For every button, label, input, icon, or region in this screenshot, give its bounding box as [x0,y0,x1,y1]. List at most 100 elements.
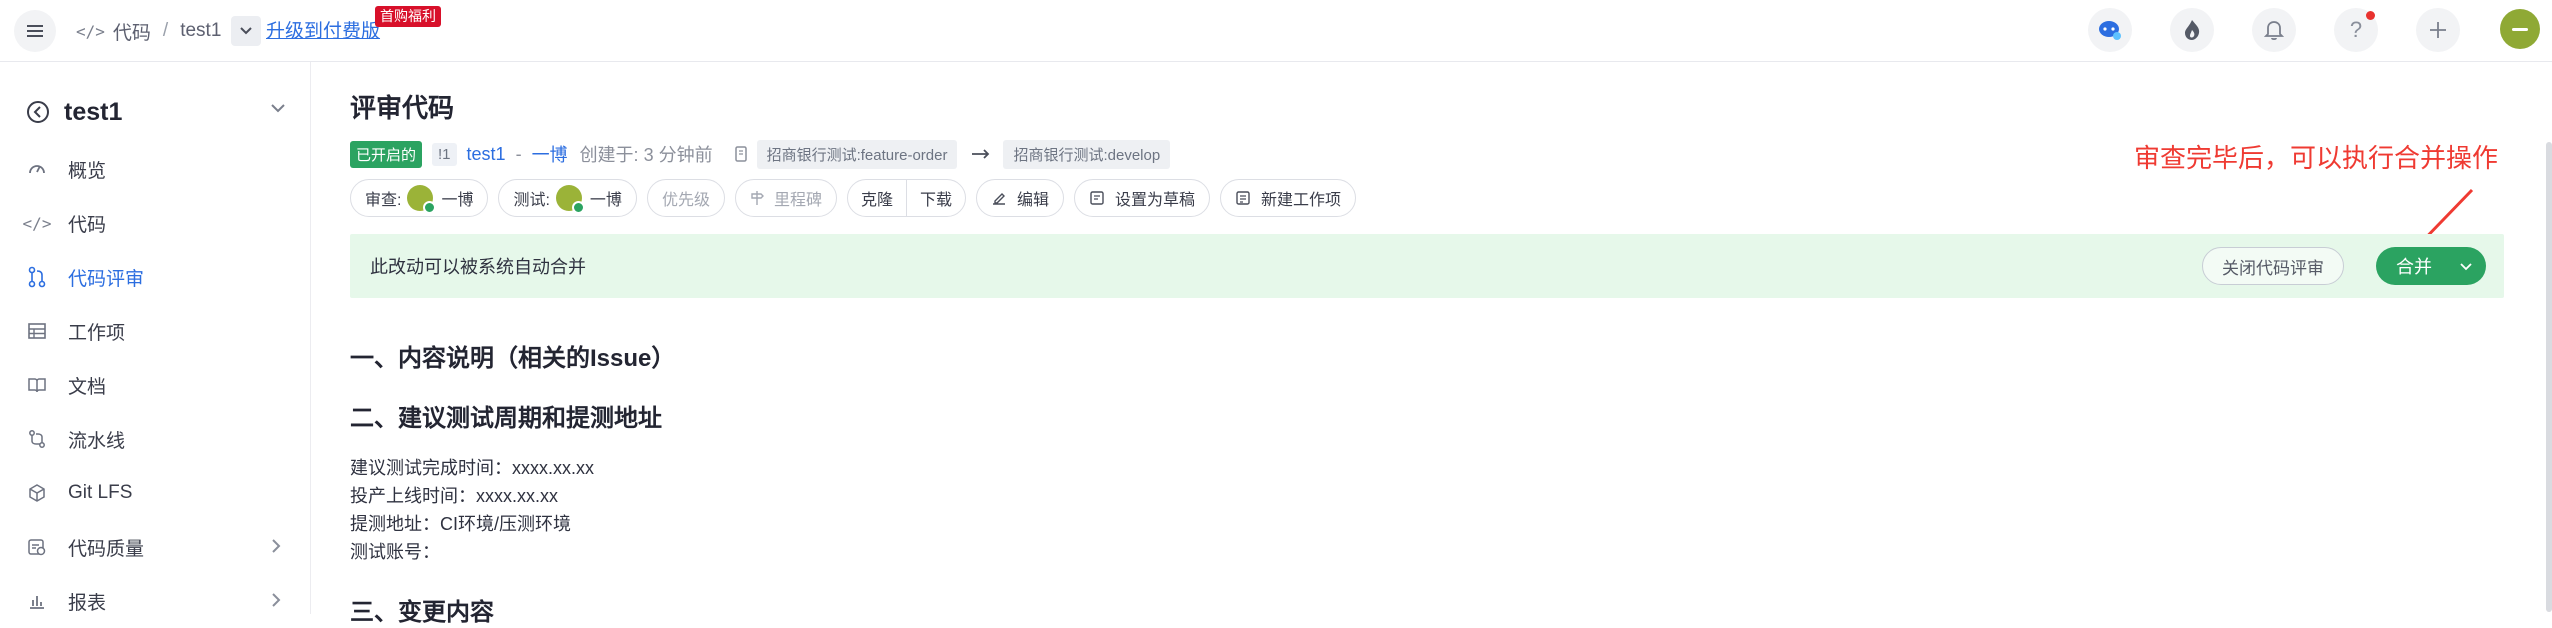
repo-link[interactable]: test1 [467,144,506,165]
clone-button[interactable]: 克隆 [848,180,906,216]
menu-button[interactable] [14,10,56,52]
tester-label: 测试: [513,192,550,209]
edit-button[interactable]: 编辑 [976,179,1065,217]
sidebar-item-label: 文档 [68,376,107,398]
tester-button[interactable]: 测试: 一博 [498,179,637,217]
sidebar-item-git-lfs[interactable]: Git LFS [0,466,311,520]
sidebar-item-reports[interactable]: 报表 [0,574,311,628]
section-heading: 一、内容说明（相关的Issue） [350,345,676,372]
plus-icon [2430,22,2446,38]
milestone-button[interactable]: 里程碑 [734,179,837,217]
meta-separator: - [515,143,522,164]
quality-icon [26,537,48,557]
chevron-down-icon[interactable] [2458,258,2474,274]
notification-dot [2366,11,2375,20]
breadcrumb-separator: / [162,20,169,41]
upgrade-link[interactable]: 升级到付费版 [266,16,380,43]
merge-button[interactable]: 合并 [2376,247,2486,285]
avatar [555,185,585,214]
fire-icon [2185,20,2200,40]
breadcrumb-code[interactable]: 代码 [113,18,151,45]
review-meta: 已开启的 !1 test1 - 一博 创建于: 3 分钟前 招商银行测试:fea… [350,139,1171,169]
reviewer-button[interactable]: 审查: 一博 [350,179,489,217]
merge-label: 合并 [2396,257,2432,277]
milestone-label: 里程碑 [773,192,822,209]
content-line: 测试账号： [350,542,440,562]
sidebar-item-label: 代码评审 [68,268,145,290]
sidebar-item-label: Git LFS [68,482,133,503]
author-link[interactable]: 一博 [532,141,568,167]
notifications-button[interactable] [2252,8,2296,52]
sidebar-item-code-quality[interactable]: 代码质量 [0,520,311,574]
status-badge: 已开启的 [350,140,423,168]
sidebar-item-work-items[interactable]: 工作项 [0,304,311,358]
ai-assistant-button[interactable] [2088,8,2132,52]
chevron-down-icon [240,27,253,35]
code-icon: </> [22,213,52,233]
sidebar-item-code-review[interactable]: 代码评审 [0,250,311,304]
copy-icon[interactable] [733,145,749,163]
sidebar-item-label: 代码质量 [68,538,145,560]
main-content: 评审代码 已开启的 !1 test1 - 一博 创建于: 3 分钟前 招商银行测… [312,62,2552,626]
help-icon: ? [2349,17,2363,42]
new-work-item-button[interactable]: 新建工作项 [1220,179,1357,217]
source-branch[interactable]: 招商银行测试:feature-order [756,139,958,169]
sidebar-item-label: 概览 [68,160,107,182]
review-number: !1 [432,142,457,166]
book-icon [26,376,48,394]
project-title: test1 [64,97,123,126]
table-icon [26,321,48,341]
sidebar-item-docs[interactable]: 文档 [0,358,311,412]
draft-button[interactable]: 设置为草稿 [1074,179,1211,217]
draft-icon [1089,190,1105,206]
chevron-down-icon[interactable] [270,102,286,114]
annotation-text: 审查完毕后，可以执行合并操作 [2134,143,2499,173]
top-bar: </> 代码 / test1 升级到付费版 首购福利 ? [0,0,2552,62]
content-line: 投产上线时间：xxxx.xx.xx [350,486,559,506]
scrollbar[interactable] [2546,142,2552,612]
create-button[interactable] [2416,8,2460,52]
edit-icon [991,190,1007,206]
help-button[interactable]: ? [2334,8,2378,52]
chart-icon [26,591,48,611]
close-review-button[interactable]: 关闭代码评审 [2202,247,2344,285]
sidebar-item-code[interactable]: </> 代码 [0,196,311,250]
sidebar-item-label: 流水线 [68,430,126,452]
download-button[interactable]: 下载 [905,180,965,216]
tester-name: 一博 [589,192,622,209]
user-avatar[interactable] [2500,9,2540,49]
breadcrumb-repo[interactable]: test1 [180,20,221,42]
reviewer-label: 审查: [365,192,402,209]
content-line: 提测地址：CI环境/压测环境 [350,514,571,534]
sidebar-item-overview[interactable]: 概览 [0,142,311,196]
sidebar-item-label: 代码 [68,214,107,236]
content-line: 建议测试完成时间：xxxx.xx.xx [350,458,595,478]
merge-status-text: 此改动可以被系统自动合并 [370,257,586,277]
chat-bot-icon [2099,21,2121,40]
review-toolbar: 审查: 一博 测试: 一博 优先级 里程碑 克隆 下载 编辑 设置为草稿 新建工… [350,178,1366,218]
breadcrumb: </> 代码 / test1 [76,15,262,47]
cube-icon [26,483,48,503]
reviewer-name: 一博 [441,192,474,209]
target-branch[interactable]: 招商银行测试:develop [1003,139,1171,169]
avatar [407,185,437,214]
milestone-icon [750,190,764,206]
merge-status-banner: 此改动可以被系统自动合并 关闭代码评审 合并 [350,234,2504,298]
draft-label: 设置为草稿 [1115,192,1196,209]
work-item-icon [1235,190,1251,206]
back-arrow-icon[interactable] [26,100,50,124]
project-header[interactable]: test1 [26,92,286,132]
repo-switch-button[interactable] [231,16,262,46]
new-work-item-label: 新建工作项 [1261,192,1342,209]
arrow-right-icon [972,149,990,159]
dashboard-icon [26,159,48,179]
sidebar-item-label: 工作项 [68,322,126,344]
sidebar-item-pipeline[interactable]: 流水线 [0,412,311,466]
edit-label: 编辑 [1017,192,1050,209]
created-time: 创建于: 3 分钟前 [579,145,713,165]
bell-icon [2264,21,2284,41]
activity-button[interactable] [2170,8,2214,52]
sidebar: test1 概览 </> 代码 代码评审 工作项 文档 流水线 Git LFS … [0,62,311,614]
priority-button[interactable]: 优先级 [646,179,725,217]
page-title: 评审代码 [350,93,455,123]
